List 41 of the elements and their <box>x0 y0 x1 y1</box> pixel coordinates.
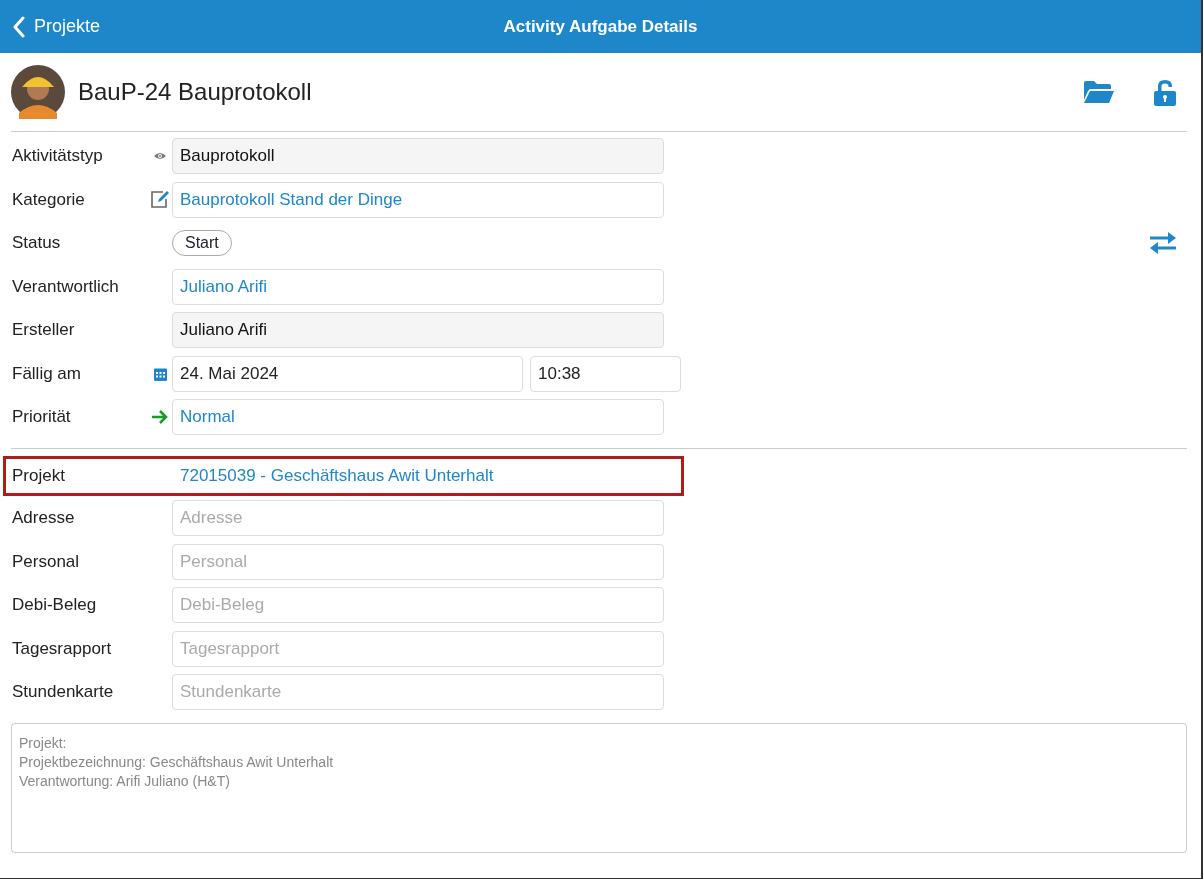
time-field[interactable]: 10:38 <box>530 355 681 392</box>
field-label: Fällig am <box>11 363 82 384</box>
field-label: Aktivitätstyp <box>11 146 104 166</box>
field-label: Verantwortlich <box>11 276 120 297</box>
notes-textarea[interactable]: Projekt: Projektbezeichnung: Geschäftshaus Awit Unterhalt Verantwortung: Arifi Juliano (H&T) <box>11 723 1187 853</box>
back-button[interactable]: Projekte <box>0 15 101 38</box>
notes-line: Verantwortung: Arifi Juliano (H&T) <box>19 772 231 791</box>
arrow-right-icon <box>151 410 169 424</box>
unlocked-padlock-icon[interactable] <box>1153 78 1177 106</box>
field-label: Priorität <box>11 407 72 427</box>
field-label: Personal <box>11 551 81 572</box>
field-label: Status <box>11 233 62 253</box>
field-label: Debi-Beleg <box>11 595 98 615</box>
date-field[interactable]: 24. Mai 2024 <box>172 355 523 392</box>
eye-icon <box>154 152 166 160</box>
notes-line: Projektbezeichnung: Geschäftshaus Awit Unterhalt <box>19 753 335 772</box>
selection-field[interactable]: Juliano Arifi <box>172 268 664 305</box>
notes-line: Projekt: <box>19 734 68 753</box>
readonly-field: Juliano Arifi <box>172 312 664 348</box>
record-title: BauP-24 Bauprotokoll <box>78 78 312 106</box>
selection-field[interactable]: Normal <box>172 399 664 435</box>
input-field[interactable]: Stundenkarte <box>172 674 664 710</box>
input-field[interactable]: Debi-Beleg <box>172 587 664 623</box>
readonly-field: Bauprotokoll <box>172 138 664 174</box>
field-label: Tagesrapport <box>11 638 113 659</box>
edit-icon[interactable] <box>150 190 170 209</box>
folder-icon[interactable] <box>1083 80 1115 104</box>
field-label: Stundenkarte <box>11 682 115 702</box>
field-label: Ersteller <box>11 320 76 340</box>
input-field[interactable]: Adresse <box>172 500 664 536</box>
swap-arrows-icon[interactable] <box>1149 232 1177 254</box>
selection-field[interactable]: Bauprotokoll Stand der Dinge <box>172 181 664 218</box>
avatar-silhouette <box>11 65 65 119</box>
chevron-left-icon <box>12 15 26 38</box>
input-field[interactable]: Personal <box>172 543 664 580</box>
field-label: Kategorie <box>11 189 86 210</box>
input-field[interactable]: Tagesrapport <box>172 630 664 667</box>
field-label: Projekt <box>11 466 66 486</box>
screen-title: Activity Aufgabe Details <box>503 16 698 37</box>
calendar-icon[interactable] <box>153 366 167 381</box>
field-label: Adresse <box>11 508 76 528</box>
